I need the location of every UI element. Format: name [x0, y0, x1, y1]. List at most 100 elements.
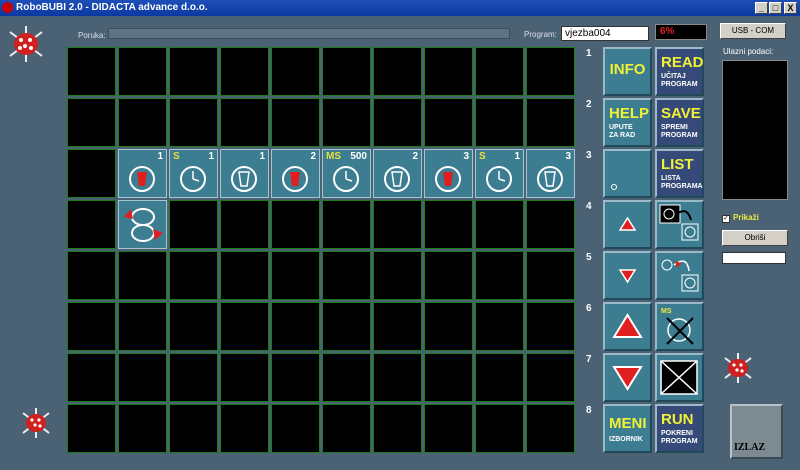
- grid-cell[interactable]: [424, 404, 473, 453]
- info-button[interactable]: INFO: [603, 47, 652, 96]
- grid-cell[interactable]: [322, 200, 371, 249]
- run-button[interactable]: RUN POKRENI PROGRAM: [655, 404, 704, 453]
- grid-cell[interactable]: [271, 200, 320, 249]
- grid-cell[interactable]: [373, 353, 422, 402]
- read-button[interactable]: READ UČITAJ PROGRAM: [655, 47, 704, 96]
- grid-cell[interactable]: [322, 47, 371, 96]
- close-button[interactable]: X: [784, 2, 797, 14]
- grid-cell[interactable]: [67, 251, 116, 300]
- meni-button[interactable]: MENI IZBORNIK: [603, 404, 652, 453]
- grid-cell[interactable]: [220, 200, 269, 249]
- insert-command-button[interactable]: [655, 200, 704, 249]
- grid-cell[interactable]: [118, 98, 167, 147]
- grid-cell[interactable]: [373, 251, 422, 300]
- prikazi-checkbox[interactable]: ✓: [722, 215, 730, 223]
- up-arrow-small-button[interactable]: [603, 200, 652, 249]
- grid-cell[interactable]: [424, 200, 473, 249]
- obrisi-button[interactable]: Obriši: [722, 230, 788, 246]
- command-loop[interactable]: [118, 200, 167, 249]
- grid-cell[interactable]: [322, 353, 371, 402]
- grid-cell[interactable]: [118, 353, 167, 402]
- grid-cell[interactable]: [67, 404, 116, 453]
- grid-cell[interactable]: [271, 353, 320, 402]
- save-button[interactable]: SAVE SPREMI PROGRAM: [655, 98, 704, 147]
- grid-cell[interactable]: [424, 302, 473, 351]
- grid-cell[interactable]: [373, 404, 422, 453]
- grid-cell[interactable]: [526, 404, 575, 453]
- grid-cell[interactable]: [373, 200, 422, 249]
- grid-cell[interactable]: [118, 251, 167, 300]
- command-cup-red[interactable]: 1: [118, 149, 167, 198]
- input-data-box[interactable]: [722, 60, 788, 200]
- grid-cell[interactable]: [169, 302, 218, 351]
- help-button[interactable]: HELP UPUTE ZA RAD: [603, 98, 652, 147]
- grid-cell[interactable]: [475, 404, 524, 453]
- move-command-button[interactable]: [655, 251, 704, 300]
- grid-cell[interactable]: [169, 251, 218, 300]
- command-wait-s[interactable]: S 1: [475, 149, 524, 198]
- grid-cell[interactable]: [475, 47, 524, 96]
- down-arrow-large-button[interactable]: [603, 353, 652, 402]
- command-wait-s[interactable]: S 1: [169, 149, 218, 198]
- grid-cell[interactable]: [526, 98, 575, 147]
- up-arrow-large-button[interactable]: [603, 302, 652, 351]
- grid-cell[interactable]: [424, 47, 473, 96]
- grid-cell[interactable]: [271, 302, 320, 351]
- grid-cell[interactable]: [475, 353, 524, 402]
- grid-cell[interactable]: [322, 251, 371, 300]
- usb-com-button[interactable]: USB - COM: [720, 23, 786, 39]
- grid-cell[interactable]: [424, 98, 473, 147]
- grid-cell[interactable]: [118, 302, 167, 351]
- grid-cell[interactable]: [424, 353, 473, 402]
- grid-cell[interactable]: [67, 200, 116, 249]
- grid-cell[interactable]: [526, 47, 575, 96]
- command-cup-red[interactable]: 2: [271, 149, 320, 198]
- minimize-button[interactable]: _: [755, 2, 768, 14]
- grid-cell[interactable]: [118, 404, 167, 453]
- grid-cell[interactable]: [67, 149, 116, 198]
- maximize-button[interactable]: □: [769, 2, 782, 14]
- grid-cell[interactable]: [373, 98, 422, 147]
- grid-cell[interactable]: [220, 98, 269, 147]
- grid-cell[interactable]: [322, 404, 371, 453]
- grid-cell[interactable]: [169, 200, 218, 249]
- grid-cell[interactable]: [475, 251, 524, 300]
- grid-cell[interactable]: [271, 404, 320, 453]
- grid-cell[interactable]: [373, 302, 422, 351]
- command-cup-red[interactable]: 3: [424, 149, 473, 198]
- clear-grid-button[interactable]: [655, 353, 704, 402]
- grid-cell[interactable]: [271, 47, 320, 96]
- grid-cell[interactable]: [220, 47, 269, 96]
- delete-wait-button[interactable]: MS: [655, 302, 704, 351]
- program-name-input[interactable]: vjezba004: [561, 26, 649, 41]
- grid-cell[interactable]: [526, 200, 575, 249]
- down-arrow-small-button[interactable]: [603, 251, 652, 300]
- grid-cell[interactable]: [526, 353, 575, 402]
- grid-cell[interactable]: [220, 404, 269, 453]
- grid-cell[interactable]: [118, 47, 167, 96]
- grid-cell[interactable]: [322, 98, 371, 147]
- grid-cell[interactable]: [67, 302, 116, 351]
- grid-cell[interactable]: [475, 302, 524, 351]
- grid-cell[interactable]: [169, 353, 218, 402]
- grid-cell[interactable]: [526, 302, 575, 351]
- grid-cell[interactable]: [271, 251, 320, 300]
- grid-cell[interactable]: [220, 302, 269, 351]
- grid-cell[interactable]: [169, 98, 218, 147]
- grid-cell[interactable]: [67, 98, 116, 147]
- grid-cell[interactable]: [475, 98, 524, 147]
- list-button[interactable]: LIST LISTA PROGRAMA: [655, 149, 704, 198]
- grid-cell[interactable]: [373, 47, 422, 96]
- grid-cell[interactable]: [169, 404, 218, 453]
- command-cup-white[interactable]: 2: [373, 149, 422, 198]
- grid-cell[interactable]: [475, 200, 524, 249]
- blank-button[interactable]: [603, 149, 652, 198]
- grid-cell[interactable]: [526, 251, 575, 300]
- grid-cell[interactable]: [322, 302, 371, 351]
- grid-cell[interactable]: [67, 353, 116, 402]
- command-cup-white[interactable]: 3: [526, 149, 575, 198]
- grid-cell[interactable]: [220, 251, 269, 300]
- grid-cell[interactable]: [169, 47, 218, 96]
- grid-cell[interactable]: [424, 251, 473, 300]
- grid-cell[interactable]: [67, 47, 116, 96]
